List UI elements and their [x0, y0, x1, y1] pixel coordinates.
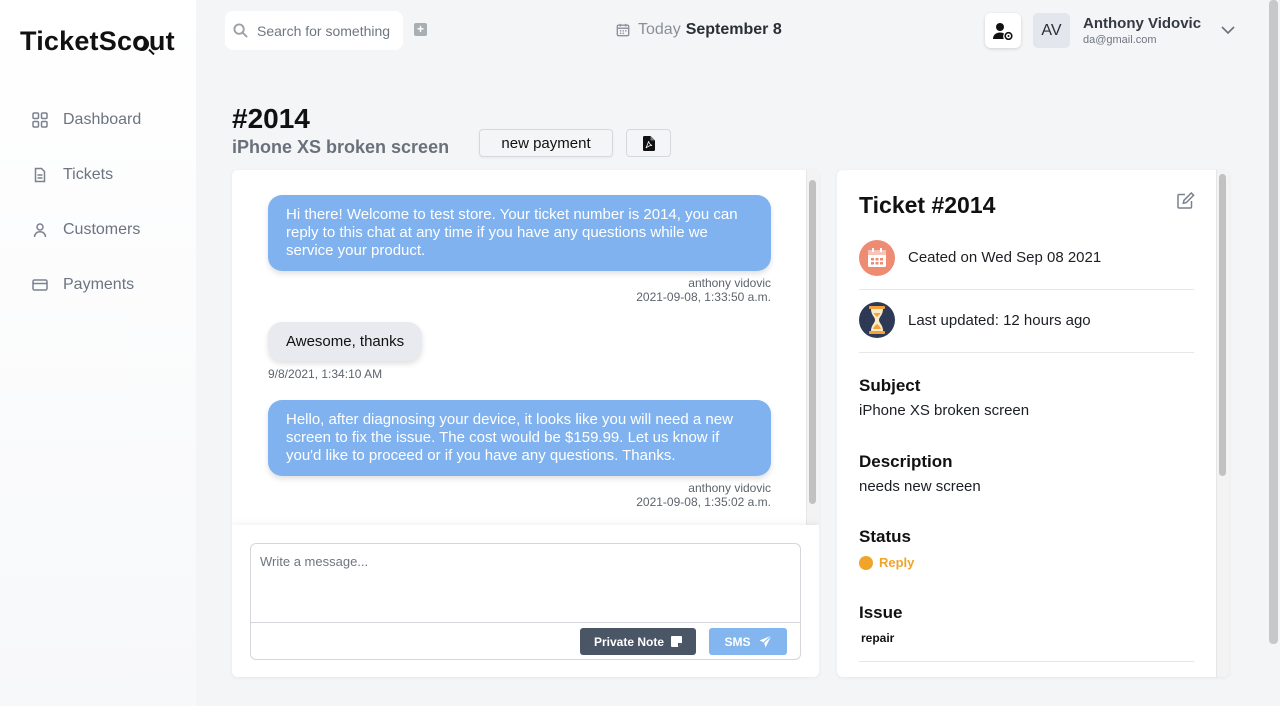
divider [859, 289, 1194, 290]
private-note-label: Private Note [593, 634, 665, 649]
message-timestamp: 2021-09-08, 1:33:50 a.m. [636, 290, 771, 304]
brand-logo[interactable]: TicketSco ut [20, 26, 175, 57]
ticket-title: Ticket #2014 [859, 192, 996, 218]
note-icon [671, 636, 683, 647]
add-user-button[interactable] [985, 13, 1021, 48]
ticket-created: Ceated on Wed Sep 08 2021 [908, 249, 1102, 266]
sidebar-item-label: Dashboard [63, 110, 142, 128]
message-timestamp: 9/8/2021, 1:34:10 AM [268, 367, 383, 381]
send-sms-button[interactable]: SMS [709, 628, 787, 655]
status-label: Status [859, 527, 911, 546]
issue-label: Issue [859, 603, 903, 622]
card-icon [32, 277, 48, 293]
chat-panel: Hi there! Welcome to test store. Your ti… [232, 170, 819, 677]
message-timestamp: 2021-09-08, 1:35:02 a.m. [636, 495, 771, 509]
private-note-button[interactable]: Private Note [580, 628, 696, 655]
sidebar: TicketSco ut Dashboard Tickets Customers … [0, 0, 196, 706]
message-meta: anthony vidovic 2021-09-08, 1:35:02 a.m. [636, 481, 771, 509]
current-date: September 8 [685, 21, 782, 38]
details-scrollbar-thumb[interactable] [1219, 174, 1226, 476]
message-bubble-outgoing: Hi there! Welcome to test store. Your ti… [268, 195, 771, 271]
add-icon[interactable]: + [414, 23, 427, 36]
issue-value: repair [861, 631, 895, 645]
sidebar-item-dashboard[interactable]: Dashboard [0, 92, 196, 147]
document-icon [32, 167, 48, 183]
edit-icon[interactable] [1177, 192, 1195, 209]
description-label: Description [859, 452, 953, 471]
status-dot-icon [859, 555, 873, 570]
send-icon [759, 635, 772, 648]
grid-icon [32, 111, 48, 128]
avatar[interactable]: AV [1033, 13, 1070, 48]
calendar-icon [859, 240, 895, 276]
composer-area: Private Note SMS [232, 525, 819, 677]
page-subtitle: iPhone XS broken screen [232, 137, 450, 157]
pdf-export-button[interactable] [626, 129, 671, 157]
message-author: anthony vidovic [688, 276, 771, 290]
ticket-updated: Last updated: 12 hours ago [908, 312, 1091, 329]
divider [859, 352, 1194, 353]
user-name[interactable]: Anthony Vidovic [1083, 15, 1201, 32]
message-author: anthony vidovic [688, 481, 771, 495]
pdf-file-icon [642, 135, 655, 151]
subject-label: Subject [859, 376, 921, 395]
chat-scrollbar-thumb[interactable] [809, 180, 816, 504]
sidebar-item-label: Payments [63, 275, 135, 293]
chevron-down-icon[interactable] [1220, 24, 1236, 36]
hourglass-icon [859, 302, 895, 338]
new-payment-button[interactable]: new payment [479, 129, 613, 157]
sidebar-item-label: Tickets [63, 165, 114, 183]
search-icon [233, 23, 248, 38]
message-input[interactable] [251, 544, 800, 623]
message-meta: anthony vidovic 2021-09-08, 1:33:50 a.m. [636, 276, 771, 304]
status-badge[interactable]: Reply [859, 555, 914, 570]
ticket-details-panel: Ticket #2014 Ceated on Wed Sep 08 2021 L… [837, 170, 1229, 677]
search-input[interactable] [257, 22, 397, 39]
message-bubble-outgoing: Hello, after diagnosing your device, it … [268, 400, 771, 476]
date-prefix: Today [638, 21, 681, 38]
page-scrollbar-thumb[interactable] [1269, 0, 1278, 644]
calendar-icon [616, 23, 630, 37]
divider [859, 661, 1194, 662]
magnifier-logo-icon: o [132, 26, 155, 57]
message-bubble-incoming: Awesome, thanks [268, 322, 423, 361]
user-email: da@gmail.com [1083, 34, 1157, 46]
subject-value: iPhone XS broken screen [859, 402, 1030, 419]
page-title: #2014 [232, 103, 310, 134]
user-icon [32, 222, 48, 238]
status-value: Reply [879, 555, 915, 570]
sidebar-item-customers[interactable]: Customers [0, 202, 196, 257]
description-value: needs new screen [859, 478, 981, 495]
sidebar-item-payments[interactable]: Payments [0, 257, 196, 312]
sidebar-item-tickets[interactable]: Tickets [0, 147, 196, 202]
search-box [225, 11, 403, 50]
sms-label: SMS [724, 634, 751, 649]
today-date: Today September 8 [616, 21, 782, 39]
user-settings-icon [993, 22, 1013, 40]
message-composer: Private Note SMS [250, 543, 801, 660]
sidebar-nav: Dashboard Tickets Customers Payments [0, 92, 196, 312]
sidebar-item-label: Customers [63, 220, 141, 238]
